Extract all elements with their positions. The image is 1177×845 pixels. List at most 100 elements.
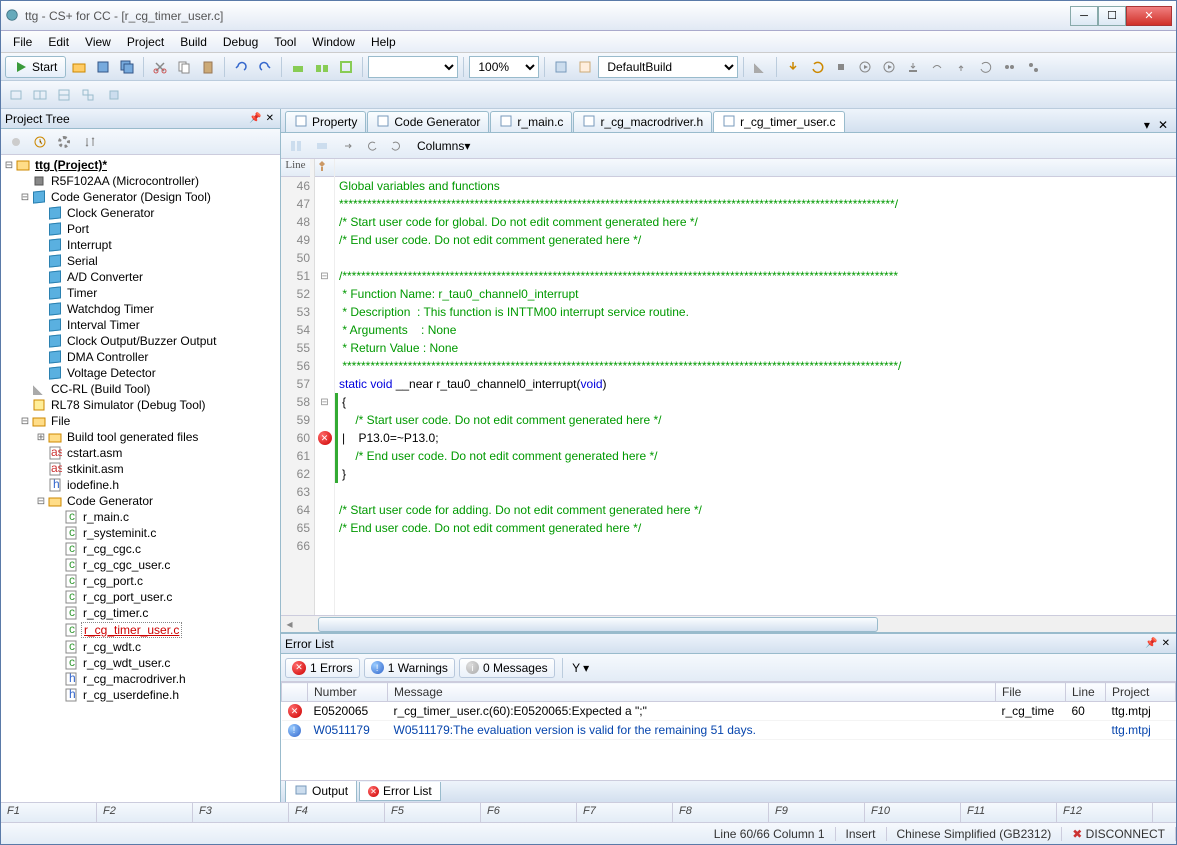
tree-node[interactable]: cr_cg_timer_user.c xyxy=(3,621,278,639)
menu-help[interactable]: Help xyxy=(363,33,404,51)
maximize-button[interactable]: ☐ xyxy=(1098,6,1126,26)
tree-node[interactable]: cr_cg_port_user.c xyxy=(3,589,278,605)
download-icon[interactable] xyxy=(782,56,804,78)
error-table[interactable]: NumberMessageFileLineProject✕E0520065r_c… xyxy=(281,682,1176,780)
tree-node[interactable]: Clock Generator xyxy=(3,205,278,221)
fkey-f12[interactable]: F12 xyxy=(1057,803,1153,822)
step-over-icon[interactable] xyxy=(926,56,948,78)
tree-node[interactable]: cr_cg_timer.c xyxy=(3,605,278,621)
solution-icon[interactable] xyxy=(550,56,572,78)
undo-icon[interactable] xyxy=(230,56,252,78)
minimize-button[interactable]: ─ xyxy=(1070,6,1098,26)
tree-node[interactable]: Timer xyxy=(3,285,278,301)
window2-icon[interactable] xyxy=(29,84,51,106)
tree-node[interactable]: cr_systeminit.c xyxy=(3,525,278,541)
tree-node[interactable]: Voltage Detector xyxy=(3,365,278,381)
menu-build[interactable]: Build xyxy=(172,33,215,51)
toggle1-icon[interactable] xyxy=(285,135,307,157)
tree-node[interactable]: cr_cg_wdt.c xyxy=(3,639,278,655)
tab-r-main-c[interactable]: r_main.c xyxy=(490,111,572,132)
tree-node[interactable]: Interval Timer xyxy=(3,317,278,333)
step-out-icon[interactable] xyxy=(950,56,972,78)
tree-node[interactable]: cr_cg_port.c xyxy=(3,573,278,589)
nav-fwd-icon[interactable] xyxy=(337,135,359,157)
tab-r-cg-macrodriver-h[interactable]: r_cg_macrodriver.h xyxy=(573,111,712,132)
fkey-f7[interactable]: F7 xyxy=(577,803,673,822)
disconnect-icon[interactable] xyxy=(1022,56,1044,78)
close-pane-icon[interactable]: ✕ xyxy=(266,113,274,124)
window3-icon[interactable] xyxy=(53,84,75,106)
tree-opt3-icon[interactable] xyxy=(53,131,75,153)
tree-node[interactable]: cr_cg_wdt_user.c xyxy=(3,655,278,671)
project-tree[interactable]: ⊟ttg (Project)*R5F102AA (Microcontroller… xyxy=(1,155,280,802)
stop-icon[interactable] xyxy=(830,56,852,78)
properties-icon[interactable] xyxy=(574,56,596,78)
tree-node[interactable]: Interrupt xyxy=(3,237,278,253)
tree-node[interactable]: Serial xyxy=(3,253,278,269)
connect-icon[interactable] xyxy=(998,56,1020,78)
fkey-f9[interactable]: F9 xyxy=(769,803,865,822)
error-pin-icon[interactable]: 📌 xyxy=(1145,638,1157,649)
fkey-f8[interactable]: F8 xyxy=(673,803,769,822)
fkey-f5[interactable]: F5 xyxy=(385,803,481,822)
tree-node[interactable]: ⊞Build tool generated files xyxy=(3,429,278,445)
window4-icon[interactable] xyxy=(77,84,99,106)
menu-window[interactable]: Window xyxy=(304,33,363,51)
tree-opt1-icon[interactable] xyxy=(5,131,27,153)
save-icon[interactable] xyxy=(92,56,114,78)
columns-menu[interactable]: Columns▾ xyxy=(411,139,476,153)
toggle2-icon[interactable] xyxy=(311,135,333,157)
errors-filter[interactable]: ✕1 Errors xyxy=(285,658,360,678)
editor-hscrollbar[interactable]: ◂ xyxy=(281,615,1176,632)
tree-node[interactable]: CC-RL (Build Tool) xyxy=(3,381,278,397)
error-close-icon[interactable]: ✕ xyxy=(1162,638,1170,649)
cut-icon[interactable] xyxy=(149,56,171,78)
wrench-icon[interactable] xyxy=(749,56,771,78)
build-config-combo[interactable]: DefaultBuild xyxy=(598,56,738,78)
step-in-icon[interactable] xyxy=(902,56,924,78)
tab-dropdown-icon[interactable]: ▾ xyxy=(1140,118,1154,132)
run-icon[interactable] xyxy=(854,56,876,78)
build-icon[interactable] xyxy=(287,56,309,78)
fkey-f11[interactable]: F11 xyxy=(961,803,1057,822)
fkey-f3[interactable]: F3 xyxy=(193,803,289,822)
menu-view[interactable]: View xyxy=(77,33,119,51)
tree-node[interactable]: Clock Output/Buzzer Output xyxy=(3,333,278,349)
rebuild-icon[interactable] xyxy=(311,56,333,78)
menu-project[interactable]: Project xyxy=(119,33,172,51)
tree-node[interactable]: cr_main.c xyxy=(3,509,278,525)
run2-icon[interactable] xyxy=(878,56,900,78)
fkey-f1[interactable]: F1 xyxy=(1,803,97,822)
tree-node[interactable]: asmstkinit.asm xyxy=(3,461,278,477)
tree-node[interactable]: hiodefine.h xyxy=(3,477,278,493)
nav-back-icon[interactable] xyxy=(361,135,383,157)
redo-icon[interactable] xyxy=(254,56,276,78)
tab-property[interactable]: Property xyxy=(285,111,366,132)
build-project-icon[interactable] xyxy=(335,56,357,78)
fkey-f6[interactable]: F6 xyxy=(481,803,577,822)
tree-node[interactable]: hr_cg_userdefine.h xyxy=(3,687,278,703)
bottom-tab-output[interactable]: Output xyxy=(285,781,357,803)
warnings-filter[interactable]: !1 Warnings xyxy=(364,658,455,678)
tree-opt2-icon[interactable] xyxy=(29,131,51,153)
menu-file[interactable]: File xyxy=(5,33,40,51)
error-row[interactable]: !W0511179W0511179:The evaluation version… xyxy=(282,721,1176,740)
tree-node[interactable]: Watchdog Timer xyxy=(3,301,278,317)
window5-icon[interactable] xyxy=(103,84,125,106)
close-button[interactable]: ✕ xyxy=(1126,6,1172,26)
bottom-tab-error-list[interactable]: ✕Error List xyxy=(359,782,441,801)
menu-edit[interactable]: Edit xyxy=(40,33,77,51)
tab-code-generator[interactable]: Code Generator xyxy=(367,111,489,132)
save-all-icon[interactable] xyxy=(116,56,138,78)
tree-node[interactable]: cr_cg_cgc_user.c xyxy=(3,557,278,573)
reset-icon[interactable] xyxy=(806,56,828,78)
fkey-f10[interactable]: F10 xyxy=(865,803,961,822)
error-row[interactable]: ✕E0520065r_cg_timer_user.c(60):E0520065:… xyxy=(282,702,1176,721)
code-editor[interactable]: Line464748495051525354555657585960616263… xyxy=(281,159,1176,615)
open-icon[interactable] xyxy=(68,56,90,78)
window1-icon[interactable] xyxy=(5,84,27,106)
pin-icon[interactable]: 📌 xyxy=(249,113,261,124)
tree-node[interactable]: RL78 Simulator (Debug Tool) xyxy=(3,397,278,413)
tree-node[interactable]: R5F102AA (Microcontroller) xyxy=(3,173,278,189)
config-combo-1[interactable] xyxy=(368,56,458,78)
